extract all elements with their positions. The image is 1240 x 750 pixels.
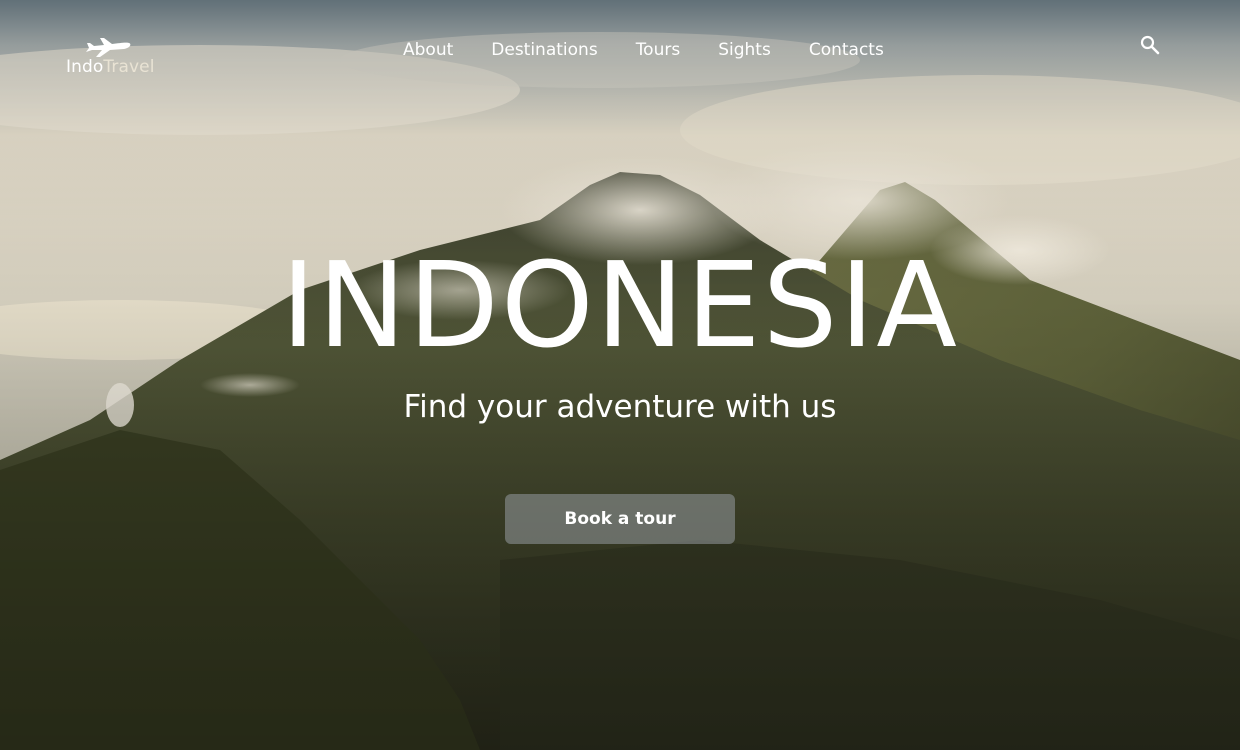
hero-section: IndoTravel About Destinations Tours Sigh…: [0, 0, 1240, 750]
search-button[interactable]: [1138, 33, 1162, 57]
hero-title: INDONESIA: [280, 236, 960, 374]
nav-link-contacts[interactable]: Contacts: [809, 38, 884, 62]
nav-link-about[interactable]: About: [403, 38, 453, 62]
hero-background-image: [0, 0, 1240, 750]
airplane-icon: [86, 38, 131, 57]
book-tour-button[interactable]: Book a tour: [505, 494, 735, 544]
search-icon: [1140, 35, 1160, 55]
nav-link-destinations[interactable]: Destinations: [491, 38, 597, 62]
brand-name-part1: Indo: [66, 57, 104, 77]
main-nav: About Destinations Tours Sights Contacts: [403, 38, 884, 62]
nav-link-sights[interactable]: Sights: [718, 38, 771, 62]
hero-subtitle: Find your adventure with us: [403, 389, 837, 425]
site-header: IndoTravel About Destinations Tours Sigh…: [0, 0, 1240, 100]
brand-logo[interactable]: IndoTravel: [64, 28, 160, 80]
nav-link-tours[interactable]: Tours: [636, 38, 681, 62]
brand-name: IndoTravel: [66, 57, 155, 77]
brand-name-part2: Travel: [103, 57, 155, 77]
